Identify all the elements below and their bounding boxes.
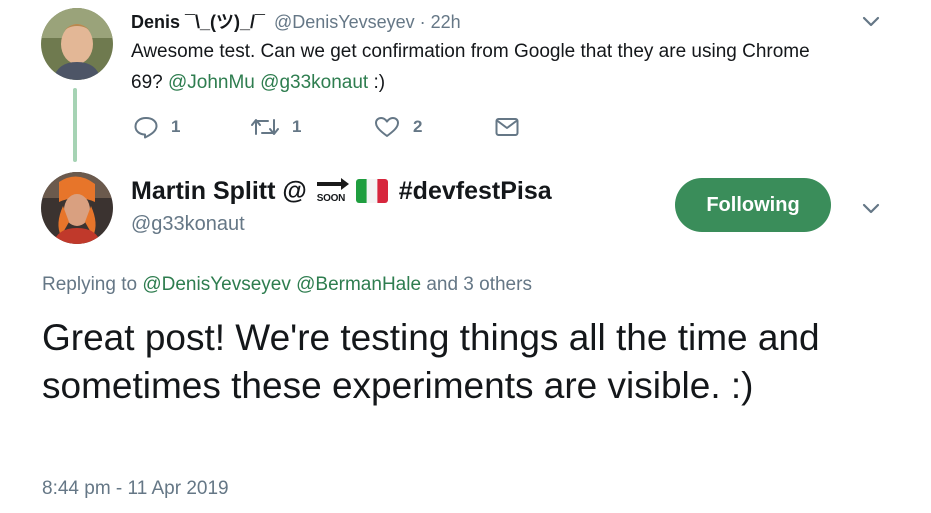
- like-icon: [375, 117, 399, 137]
- author-display-name[interactable]: Martin Splitt @: [131, 177, 307, 206]
- reply-count: 1: [171, 117, 181, 136]
- direct-message-button[interactable]: [494, 115, 532, 139]
- parent-text-line2: 69? @JohnMu @g33konaut :): [131, 67, 911, 98]
- like-button[interactable]: 2: [373, 115, 422, 139]
- parent-header: Denis ¯\_(ツ)_/¯ @DenisYevseyev · 22h: [131, 8, 461, 34]
- replying-to-line: Replying to @DenisYevseyev @BermanHale a…: [42, 274, 532, 296]
- thread-connector-line: [73, 88, 77, 162]
- following-button[interactable]: Following: [675, 178, 831, 232]
- main-menu-chevron[interactable]: [860, 197, 882, 219]
- mention-johnmu[interactable]: @JohnMu: [168, 72, 255, 93]
- parent-text-line1: Awesome test. Can we get confirmation fr…: [131, 41, 810, 62]
- italy-flag-icon: [355, 179, 388, 203]
- parent-avatar[interactable]: [41, 8, 113, 80]
- parent-time[interactable]: 22h: [431, 12, 461, 32]
- parent-menu-chevron[interactable]: [860, 10, 882, 32]
- soon-arrow-emoji: SOON: [313, 176, 353, 206]
- retweet-button[interactable]: 1: [250, 115, 301, 139]
- retweet-count: 1: [292, 117, 302, 136]
- tweet-timestamp[interactable]: 8:44 pm - 11 Apr 2019: [42, 478, 229, 500]
- author-handle[interactable]: @g33konaut: [131, 213, 245, 236]
- chevron-down-icon: [862, 16, 880, 27]
- parent-separator: ·: [419, 12, 426, 32]
- parent-text-prefix: 69?: [131, 72, 168, 93]
- replying-to-prefix: Replying to: [42, 274, 138, 295]
- parent-handle[interactable]: @DenisYevseyev: [274, 12, 415, 32]
- main-tweet-text: Great post! We're testing things all the…: [42, 317, 820, 406]
- parent-display-name[interactable]: Denis ¯\_(ツ)_/¯: [131, 12, 265, 32]
- chevron-down-icon: [862, 203, 880, 214]
- replying-others[interactable]: and 3 others: [426, 274, 532, 295]
- replying-user-berman[interactable]: @BermanHale: [296, 274, 421, 295]
- replying-user-denis[interactable]: @DenisYevseyev: [142, 274, 291, 295]
- reply-button[interactable]: 1: [133, 115, 180, 139]
- mention-g33konaut[interactable]: @g33konaut: [260, 72, 368, 93]
- author-name-row: Martin Splitt @ SOON #devfestPisa: [131, 176, 552, 206]
- author-hashtag[interactable]: #devfestPisa: [399, 177, 552, 206]
- direct-message-icon: [495, 118, 519, 136]
- parent-tweet-text: Awesome test. Can we get confirmation fr…: [131, 36, 911, 98]
- author-avatar[interactable]: [41, 172, 113, 244]
- like-count: 2: [413, 117, 423, 136]
- reply-icon: [134, 117, 158, 139]
- soon-label: SOON: [316, 193, 346, 204]
- retweet-icon: [251, 119, 279, 135]
- parent-text-suffix: :): [368, 72, 386, 93]
